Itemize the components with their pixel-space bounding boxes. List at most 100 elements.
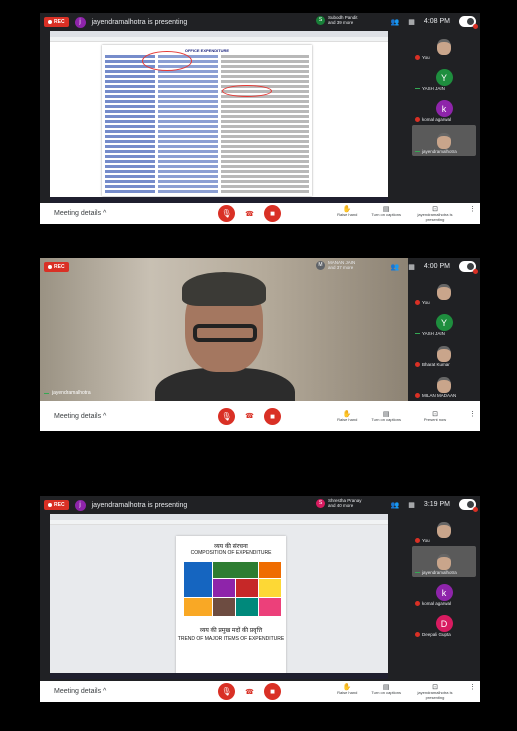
clock: 4:08 PM: [423, 18, 450, 25]
chat-icon[interactable]: ▦: [408, 501, 415, 509]
speaking-icon: [415, 333, 420, 334]
leave-call-button[interactable]: ☎: [243, 207, 256, 220]
shared-screen: व्यय की संरचना COMPOSITION OF EXPENDITUR…: [50, 514, 388, 679]
avatar: Y: [435, 314, 453, 331]
mic-off-icon: [415, 55, 420, 60]
participants-chip[interactable]: S Subodh Pandit and 39 more: [316, 15, 358, 25]
participant-tile: Bharat Kumar: [412, 338, 476, 369]
clock: 3:19 PM: [423, 501, 450, 508]
mic-toggle-button[interactable]: 🎙: [218, 407, 235, 425]
camera-feed: [437, 521, 451, 538]
camera-feed: [437, 345, 451, 362]
slide-title-hindi: व्यय की संरचना: [214, 544, 248, 550]
meeting-details-button[interactable]: Meeting details ^: [54, 688, 106, 695]
mic-off-icon: [415, 632, 420, 637]
participant-tile: You: [412, 31, 476, 62]
record-dot-icon: [48, 503, 52, 507]
record-dot-icon: [48, 20, 52, 24]
participant-tile: jayendramalhotra: [412, 546, 476, 577]
self-view-toggle[interactable]: [459, 499, 478, 512]
more-options-button[interactable]: ⋮: [469, 410, 476, 418]
presenting-text: jayendramalhotra is presenting: [91, 501, 188, 509]
participant-tile: Y YASH JAIN: [412, 62, 476, 93]
camera-off-icon: ■: [270, 687, 275, 696]
raise-hand-button[interactable]: ✋ Raise hand: [337, 683, 357, 696]
self-view-toggle[interactable]: [459, 16, 478, 29]
speaker-video-feed: [155, 268, 295, 401]
speaking-icon: [44, 392, 49, 394]
mic-off-icon: [415, 117, 420, 122]
slide-subtitle: TREND OF MAJOR ITEMS OF EXPENDITURE: [177, 636, 285, 642]
shared-screen: OFFICE EXPENDITURE: [50, 31, 388, 203]
participant-tile: You: [412, 276, 476, 307]
camera-feed: [437, 553, 451, 570]
camera-off-icon: ■: [270, 411, 275, 421]
phone-icon: ☎: [245, 413, 254, 420]
treemap-chart: [184, 562, 281, 616]
meeting-details-button[interactable]: Meeting details ^: [54, 210, 106, 217]
more-vert-icon: ⋮: [469, 410, 476, 418]
speaking-icon: [415, 572, 420, 573]
present-button[interactable]: ⊡ jayendramalhotra is presenting: [415, 205, 455, 222]
meet-screenshot-2: jayendramalhotra REC M MANAN JAIN and 37 …: [40, 258, 480, 431]
participant-avatar: S: [316, 15, 325, 25]
windows-taskbar: [50, 673, 388, 679]
chevron-up-icon: ^: [103, 412, 107, 420]
people-icon[interactable]: 👥: [391, 18, 400, 26]
meeting-controls-bar: Meeting details ^ 🎙 ☎ ■ ✋ Raise hand ▤ Tur…: [40, 401, 480, 431]
captions-button[interactable]: ▤ Turn on captions: [371, 683, 401, 696]
people-icon[interactable]: 👥: [391, 263, 400, 271]
presenter-avatar: j: [74, 16, 86, 28]
system-tray: 👥 ▦ 4:08 PM: [391, 16, 478, 29]
avatar: D: [435, 615, 453, 632]
raise-hand-button[interactable]: ✋ Raise hand: [337, 205, 357, 218]
participant-avatar: S: [316, 498, 325, 508]
record-dot-icon: [48, 265, 52, 269]
camera-feed: [437, 38, 451, 55]
self-view-toggle[interactable]: [459, 261, 478, 274]
mic-off-icon: 🎙: [221, 687, 232, 696]
recording-badge: REC: [44, 262, 69, 272]
more-options-button[interactable]: ⋮: [469, 205, 476, 213]
mic-off-icon: [415, 538, 420, 543]
avatar: k: [435, 100, 453, 117]
meeting-details-button[interactable]: Meeting details ^: [54, 413, 106, 420]
camera-toggle-button[interactable]: ■: [264, 407, 281, 425]
chevron-up-icon: ^: [103, 688, 107, 695]
mic-toggle-button[interactable]: 🎙: [218, 683, 235, 700]
leave-call-button[interactable]: ☎: [243, 685, 256, 698]
participants-chip[interactable]: M MANAN JAIN and 37 more: [316, 260, 355, 270]
presenter-avatar: j: [74, 499, 86, 511]
present-button[interactable]: ⊡ Present now: [415, 410, 455, 423]
clock: 4:00 PM: [423, 263, 450, 270]
main-video: jayendramalhotra: [40, 258, 408, 401]
meet-screenshot-3: REC j jayendramalhotra is presenting S S…: [40, 496, 480, 702]
presenting-text: jayendramalhotra is presenting: [91, 18, 188, 26]
camera-toggle-button[interactable]: ■: [264, 205, 281, 222]
annotation-circle: [222, 85, 272, 97]
avatar: Y: [435, 69, 453, 86]
camera-feed: [437, 283, 451, 300]
camera-off-icon: ■: [270, 209, 275, 218]
participant-tile: You: [412, 514, 476, 545]
chat-icon[interactable]: ▦: [408, 18, 415, 26]
leave-call-button[interactable]: ☎: [243, 409, 256, 423]
mic-off-icon: [415, 393, 420, 398]
camera-toggle-button[interactable]: ■: [264, 683, 281, 700]
present-button[interactable]: ⊡ jayendramalhotra is presenting: [415, 683, 455, 700]
captions-button[interactable]: ▤ Turn on captions: [371, 205, 401, 218]
mic-toggle-button[interactable]: 🎙: [218, 205, 235, 222]
people-icon[interactable]: 👥: [391, 501, 400, 509]
meeting-controls-bar: Meeting details ^ 🎙 ☎ ■ ✋ Raise hand ▤ Tur…: [40, 203, 480, 224]
captions-button[interactable]: ▤ Turn on captions: [371, 410, 401, 423]
participants-chip[interactable]: S Shrestha Pranay and 40 more: [316, 498, 362, 508]
participant-tile: jayendramalhotra: [412, 125, 476, 156]
raise-hand-button[interactable]: ✋ Raise hand: [337, 410, 357, 423]
more-options-button[interactable]: ⋮: [469, 683, 476, 691]
avatar: k: [435, 584, 453, 601]
participant-tile: Y YASH JAIN: [412, 307, 476, 338]
camera-feed: [437, 132, 451, 149]
chat-icon[interactable]: ▦: [408, 263, 415, 271]
phone-icon: ☎: [245, 688, 254, 696]
slide-title: COMPOSITION OF EXPENDITURE: [190, 550, 272, 556]
